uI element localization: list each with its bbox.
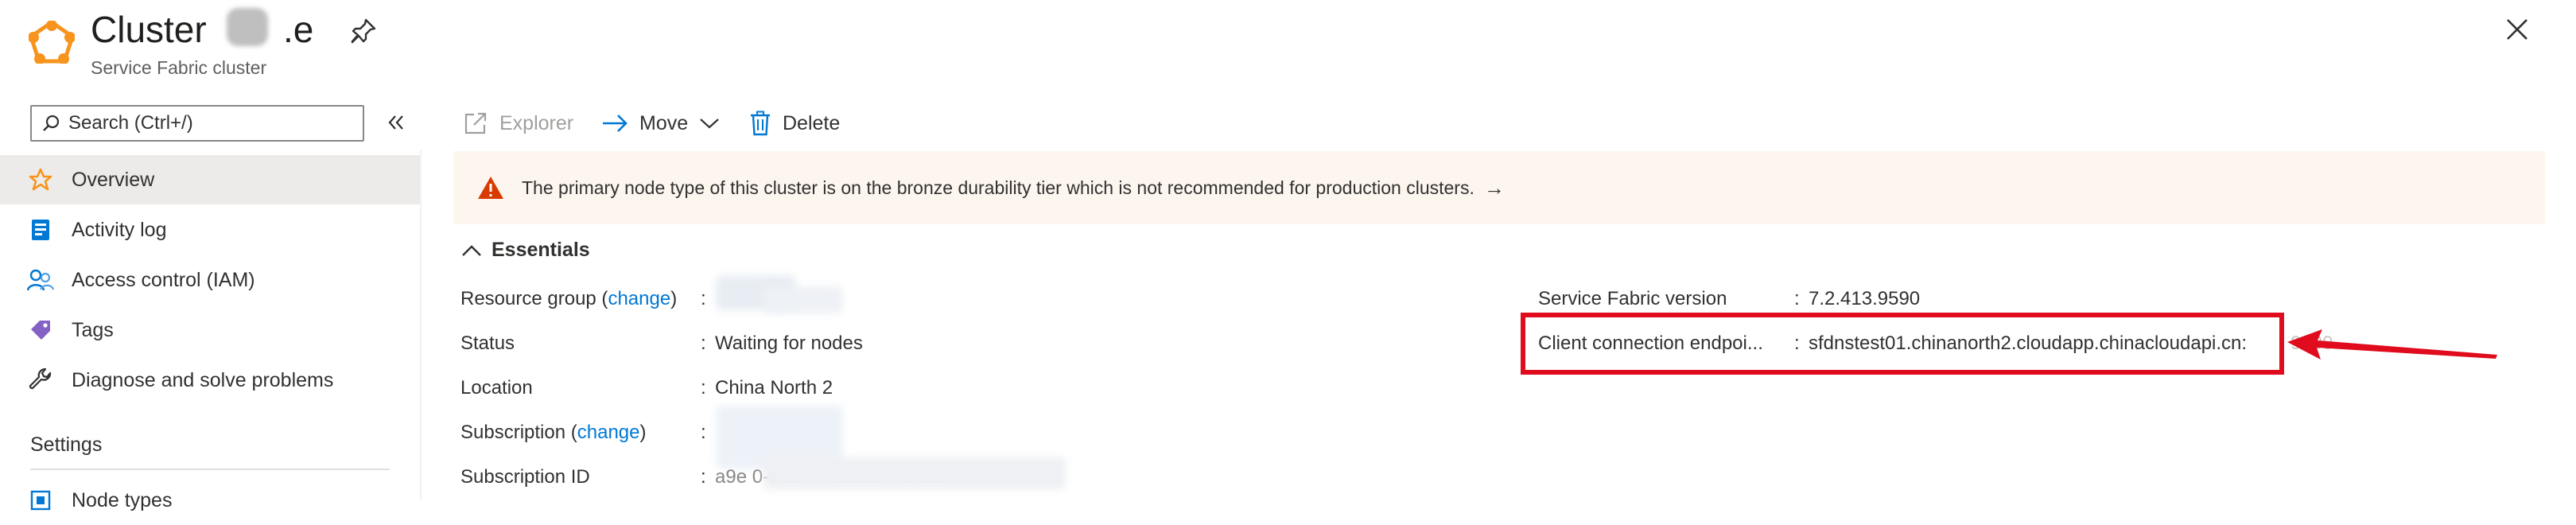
warning-arrow-icon[interactable]: →	[1484, 176, 1505, 200]
sf-version-value: 7.2.413.9590	[1809, 288, 1921, 309]
search-icon	[41, 114, 60, 133]
resource-title: Cluster	[91, 8, 207, 51]
sidebar-item-activity-log[interactable]: Activity log	[0, 205, 422, 255]
chevron-down-icon	[699, 117, 720, 130]
title-suffix: .e	[283, 9, 314, 50]
sidebar-scrollbar[interactable]	[420, 150, 422, 500]
resource-group-label: Resource group (change)	[460, 288, 678, 309]
explorer-button[interactable]: Explorer	[463, 103, 573, 143]
location-label: Location	[460, 377, 533, 399]
sidebar-item-node-types[interactable]: Node types	[0, 476, 422, 525]
warning-banner[interactable]: The primary node type of this cluster is…	[453, 151, 2545, 224]
tag-icon	[27, 318, 54, 342]
delete-button[interactable]: Delete	[749, 103, 840, 143]
sidebar-item-label: Tags	[72, 318, 114, 341]
search-input[interactable]: Search (Ctrl+/)	[30, 105, 364, 142]
warning-icon	[477, 176, 504, 200]
chevron-up-icon	[461, 243, 482, 258]
sidebar-item-label: Activity log	[72, 218, 167, 241]
explorer-label: Explorer	[499, 111, 574, 134]
redacted-title-segment	[227, 8, 268, 46]
trash-icon	[749, 111, 771, 136]
star-gear-icon	[27, 168, 54, 192]
subscription-id-label: Subscription ID	[460, 466, 590, 488]
redacted-subscription-id	[763, 457, 1066, 489]
arrow-right-icon	[601, 113, 628, 134]
change-subscription-link[interactable]: change	[577, 422, 640, 443]
status-label: Status	[460, 332, 515, 354]
close-icon[interactable]	[2505, 18, 2529, 41]
resource-subtitle: Service Fabric cluster	[91, 57, 267, 78]
sidebar-item-label: Node types	[72, 488, 173, 511]
location-value: China North 2	[715, 377, 833, 399]
external-link-icon	[463, 111, 488, 136]
essentials-toggle[interactable]: Essentials	[461, 239, 590, 262]
subscription-label: Subscription (change)	[460, 422, 647, 443]
change-resource-group-link[interactable]: change	[608, 288, 670, 309]
sidebar-divider	[30, 469, 390, 470]
move-button[interactable]: Move	[601, 103, 720, 143]
sidebar-item-label: Diagnose and solve problems	[72, 368, 334, 391]
title-prefix: Cluster	[91, 9, 207, 50]
separator: :	[701, 422, 706, 443]
wrench-icon	[27, 368, 54, 392]
separator: :	[701, 377, 706, 399]
people-icon	[27, 268, 54, 292]
node-types-icon	[27, 489, 54, 511]
move-label: Move	[639, 111, 689, 134]
delete-label: Delete	[783, 111, 841, 134]
separator: :	[1794, 288, 1800, 309]
separator: :	[701, 288, 706, 309]
sf-version-label: Service Fabric version	[1538, 288, 1727, 309]
pin-icon[interactable]	[350, 18, 377, 45]
search-placeholder: Search (Ctrl+/)	[68, 112, 193, 134]
sidebar-item-overview[interactable]: Overview	[0, 155, 422, 204]
settings-section-header: Settings	[30, 434, 103, 456]
highlight-box	[1521, 313, 2284, 375]
sidebar-item-tags[interactable]: Tags	[0, 305, 422, 355]
redacted-resource-group-b	[763, 286, 843, 313]
separator: :	[701, 466, 706, 488]
service-fabric-icon	[29, 21, 75, 64]
activity-log-icon	[27, 218, 54, 242]
warning-text: The primary node type of this cluster is…	[522, 177, 1474, 198]
sidebar-item-label: Access control (IAM)	[72, 268, 255, 291]
separator: :	[701, 332, 706, 354]
annotation-arrow	[2287, 325, 2510, 368]
status-value: Waiting for nodes	[715, 332, 863, 354]
sidebar-item-access-control[interactable]: Access control (IAM)	[0, 255, 422, 305]
sidebar-item-diagnose[interactable]: Diagnose and solve problems	[0, 356, 422, 405]
essentials-heading: Essentials	[491, 239, 590, 261]
sidebar-item-label: Overview	[72, 168, 155, 191]
collapse-sidebar-icon[interactable]	[385, 111, 407, 134]
